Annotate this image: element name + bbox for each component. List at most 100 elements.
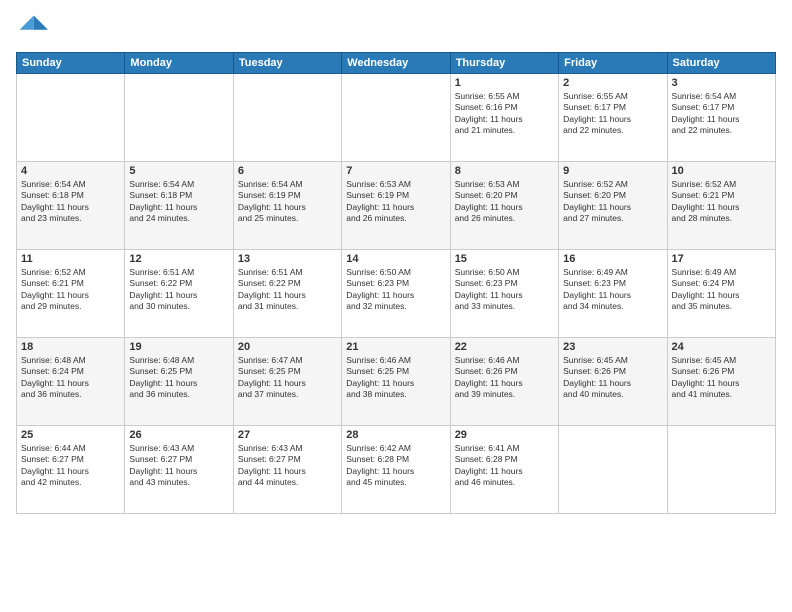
calendar-cell (233, 74, 341, 162)
calendar-cell: 28 Sunrise: 6:42 AM Sunset: 6:28 PM Dayli… (342, 426, 450, 514)
day-info: Sunrise: 6:46 AM Sunset: 6:26 PM Dayligh… (455, 355, 554, 401)
header-day-wednesday: Wednesday (342, 53, 450, 74)
calendar-cell: 25Sunrise: 6:44 AM Sunset: 6:27 PM Dayli… (17, 426, 125, 514)
calendar-cell: 22Sunrise: 6:46 AM Sunset: 6:26 PM Dayli… (450, 338, 558, 426)
day-number: 5 (129, 165, 228, 177)
calendar-cell: 23 Sunrise: 6:45 AM Sunset: 6:26 PM Dayli… (559, 338, 667, 426)
day-number: 28 (346, 429, 445, 441)
day-info: Sunrise: 6:54 AM Sunset: 6:19 PM Dayligh… (238, 179, 337, 225)
day-info: Sunrise: 6:45 AM Sunset: 6:26 PM Dayligh… (563, 355, 662, 401)
calendar-cell: 8 Sunrise: 6:53 AM Sunset: 6:20 PM Daylig… (450, 162, 558, 250)
day-info: Sunrise: 6:54 AM Sunset: 6:18 PM Dayligh… (129, 179, 228, 225)
day-info: Sunrise: 6:51 AM Sunset: 6:22 PM Dayligh… (238, 267, 337, 313)
day-info: Sunrise: 6:54 AM Sunset: 6:17 PM Dayligh… (672, 91, 771, 137)
day-number: 8 (455, 165, 554, 177)
day-info: Sunrise: 6:52 AM Sunset: 6:21 PM Dayligh… (672, 179, 771, 225)
week-row-2: 11 Sunrise: 6:52 AM Sunset: 6:21 PM Dayli… (17, 250, 776, 338)
day-number: 18 (21, 341, 120, 353)
calendar-header: SundayMondayTuesdayWednesdayThursdayFrid… (17, 53, 776, 74)
calendar-cell (559, 426, 667, 514)
day-number: 20 (238, 341, 337, 353)
header-day-sunday: Sunday (17, 53, 125, 74)
day-info: Sunrise: 6:49 AM Sunset: 6:23 PM Dayligh… (563, 267, 662, 313)
calendar-cell: 11 Sunrise: 6:52 AM Sunset: 6:21 PM Dayli… (17, 250, 125, 338)
calendar-cell: 2Sunrise: 6:55 AM Sunset: 6:17 PM Daylig… (559, 74, 667, 162)
calendar-cell: 17 Sunrise: 6:49 AM Sunset: 6:24 PM Dayli… (667, 250, 775, 338)
calendar-cell: 6 Sunrise: 6:54 AM Sunset: 6:19 PM Daylig… (233, 162, 341, 250)
page: SundayMondayTuesdayWednesdayThursdayFrid… (0, 0, 792, 612)
calendar-cell: 5 Sunrise: 6:54 AM Sunset: 6:18 PM Daylig… (125, 162, 233, 250)
day-info: Sunrise: 6:48 AM Sunset: 6:24 PM Dayligh… (21, 355, 120, 401)
week-row-4: 25Sunrise: 6:44 AM Sunset: 6:27 PM Dayli… (17, 426, 776, 514)
day-number: 7 (346, 165, 445, 177)
day-number: 13 (238, 253, 337, 265)
calendar-cell: 14 Sunrise: 6:50 AM Sunset: 6:23 PM Dayli… (342, 250, 450, 338)
calendar-cell: 24 Sunrise: 6:45 AM Sunset: 6:26 PM Dayli… (667, 338, 775, 426)
day-number: 14 (346, 253, 445, 265)
day-number: 21 (346, 341, 445, 353)
day-number: 17 (672, 253, 771, 265)
calendar-cell: 12Sunrise: 6:51 AM Sunset: 6:22 PM Dayli… (125, 250, 233, 338)
header (16, 12, 776, 44)
calendar-cell: 18 Sunrise: 6:48 AM Sunset: 6:24 PM Dayli… (17, 338, 125, 426)
day-number: 10 (672, 165, 771, 177)
day-number: 16 (563, 253, 662, 265)
calendar-cell: 7 Sunrise: 6:53 AM Sunset: 6:19 PM Daylig… (342, 162, 450, 250)
week-row-0: 1Sunrise: 6:55 AM Sunset: 6:16 PM Daylig… (17, 74, 776, 162)
calendar-cell: 3Sunrise: 6:54 AM Sunset: 6:17 PM Daylig… (667, 74, 775, 162)
day-number: 15 (455, 253, 554, 265)
calendar-cell: 20Sunrise: 6:47 AM Sunset: 6:25 PM Dayli… (233, 338, 341, 426)
day-number: 23 (563, 341, 662, 353)
logo-icon (16, 12, 48, 44)
day-number: 29 (455, 429, 554, 441)
calendar-cell (342, 74, 450, 162)
day-number: 4 (21, 165, 120, 177)
calendar: SundayMondayTuesdayWednesdayThursdayFrid… (16, 52, 776, 514)
calendar-cell: 13 Sunrise: 6:51 AM Sunset: 6:22 PM Dayli… (233, 250, 341, 338)
day-info: Sunrise: 6:50 AM Sunset: 6:23 PM Dayligh… (346, 267, 445, 313)
day-info: Sunrise: 6:48 AM Sunset: 6:25 PM Dayligh… (129, 355, 228, 401)
calendar-cell (667, 426, 775, 514)
calendar-cell (125, 74, 233, 162)
day-info: Sunrise: 6:52 AM Sunset: 6:20 PM Dayligh… (563, 179, 662, 225)
day-info: Sunrise: 6:41 AM Sunset: 6:28 PM Dayligh… (455, 443, 554, 489)
calendar-cell: 15 Sunrise: 6:50 AM Sunset: 6:23 PM Dayli… (450, 250, 558, 338)
week-row-3: 18 Sunrise: 6:48 AM Sunset: 6:24 PM Dayli… (17, 338, 776, 426)
calendar-cell: 1Sunrise: 6:55 AM Sunset: 6:16 PM Daylig… (450, 74, 558, 162)
day-info: Sunrise: 6:53 AM Sunset: 6:19 PM Dayligh… (346, 179, 445, 225)
calendar-cell: 9 Sunrise: 6:52 AM Sunset: 6:20 PM Daylig… (559, 162, 667, 250)
day-number: 11 (21, 253, 120, 265)
day-info: Sunrise: 6:45 AM Sunset: 6:26 PM Dayligh… (672, 355, 771, 401)
calendar-body: 1Sunrise: 6:55 AM Sunset: 6:16 PM Daylig… (17, 74, 776, 514)
calendar-cell: 4Sunrise: 6:54 AM Sunset: 6:18 PM Daylig… (17, 162, 125, 250)
day-number: 25 (21, 429, 120, 441)
week-row-1: 4 Sunrise: 6:54 AM Sunset: 6:18 PM Daylig… (17, 162, 776, 250)
day-info: Sunrise: 6:55 AM Sunset: 6:16 PM Dayligh… (455, 91, 554, 137)
day-number: 6 (238, 165, 337, 177)
day-info: Sunrise: 6:50 AM Sunset: 6:23 PM Dayligh… (455, 267, 554, 313)
day-info: Sunrise: 6:53 AM Sunset: 6:20 PM Dayligh… (455, 179, 554, 225)
calendar-cell: 29 Sunrise: 6:41 AM Sunset: 6:28 PM Dayli… (450, 426, 558, 514)
day-info: Sunrise: 6:43 AM Sunset: 6:27 PM Dayligh… (238, 443, 337, 489)
day-number: 9 (563, 165, 662, 177)
day-info: Sunrise: 6:43 AM Sunset: 6:27 PM Dayligh… (129, 443, 228, 489)
calendar-cell: 21 Sunrise: 6:46 AM Sunset: 6:25 PM Dayli… (342, 338, 450, 426)
day-number: 19 (129, 341, 228, 353)
logo (16, 12, 52, 44)
day-number: 24 (672, 341, 771, 353)
header-day-friday: Friday (559, 53, 667, 74)
day-info: Sunrise: 6:42 AM Sunset: 6:28 PM Dayligh… (346, 443, 445, 489)
day-info: Sunrise: 6:51 AM Sunset: 6:22 PM Dayligh… (129, 267, 228, 313)
calendar-cell: 19 Sunrise: 6:48 AM Sunset: 6:25 PM Dayli… (125, 338, 233, 426)
day-number: 26 (129, 429, 228, 441)
calendar-cell (17, 74, 125, 162)
calendar-cell: 10 Sunrise: 6:52 AM Sunset: 6:21 PM Dayli… (667, 162, 775, 250)
day-info: Sunrise: 6:49 AM Sunset: 6:24 PM Dayligh… (672, 267, 771, 313)
day-number: 27 (238, 429, 337, 441)
header-day-tuesday: Tuesday (233, 53, 341, 74)
day-info: Sunrise: 6:46 AM Sunset: 6:25 PM Dayligh… (346, 355, 445, 401)
header-day-monday: Monday (125, 53, 233, 74)
calendar-cell: 27 Sunrise: 6:43 AM Sunset: 6:27 PM Dayli… (233, 426, 341, 514)
day-info: Sunrise: 6:52 AM Sunset: 6:21 PM Dayligh… (21, 267, 120, 313)
calendar-cell: 16 Sunrise: 6:49 AM Sunset: 6:23 PM Dayli… (559, 250, 667, 338)
